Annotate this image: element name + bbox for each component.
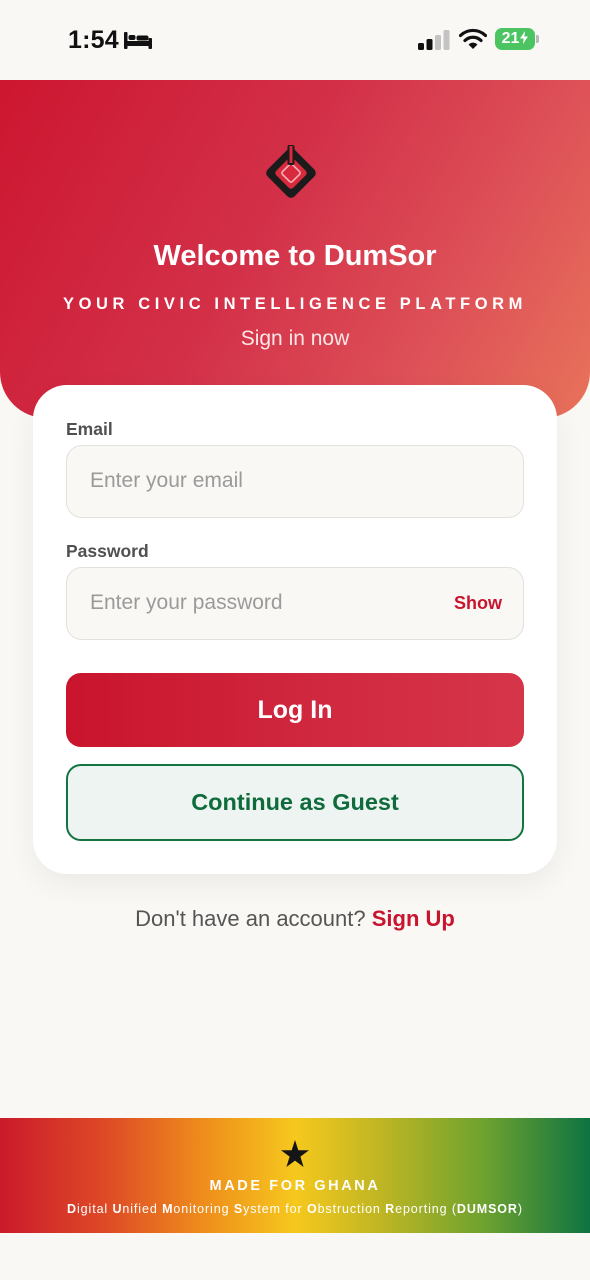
email-field[interactable]: Enter your email (66, 445, 524, 518)
email-label: Email (66, 419, 113, 439)
acronym-word: eporting ( (395, 1202, 457, 1216)
battery-level: 21 (495, 28, 535, 50)
black-star-icon (281, 1140, 309, 1167)
ghana-footer-banner: MADE FOR GHANA Digital Unified Monitorin… (0, 1118, 590, 1233)
email-placeholder: Enter your email (90, 469, 243, 492)
password-placeholder: Enter your password (90, 591, 283, 614)
acronym-word: nified (122, 1202, 163, 1216)
acronym-initial: O (306, 1202, 318, 1216)
password-field[interactable]: Enter your password Show (66, 567, 524, 640)
status-time: 1:54 (68, 26, 119, 54)
status-bar: 1:54 21 (0, 0, 590, 80)
welcome-title: Welcome to DumSor (153, 240, 437, 272)
battery-charging-icon: 21 (495, 28, 539, 50)
acronym-initial: M (162, 1202, 174, 1216)
sign-up-link[interactable]: Sign Up (372, 906, 455, 931)
acronym-initial: R (385, 1202, 396, 1216)
acronym-close: ) (517, 1202, 523, 1216)
acronym-word: onitoring (173, 1202, 234, 1216)
acronym-initial: S (233, 1202, 244, 1216)
signup-prompt-text: Don't have an account? (135, 906, 366, 931)
made-for-ghana-text: MADE FOR GHANA (209, 1178, 381, 1194)
signup-prompt-row: Don't have an account? Sign Up (0, 906, 590, 932)
acronym-word: bstruction (317, 1202, 386, 1216)
acronym-word: ystem for (243, 1202, 307, 1216)
login-button[interactable]: Log In (66, 673, 524, 747)
dumsor-diamond-logo-icon (266, 145, 316, 198)
login-card: Email Enter your email Password Enter yo… (33, 385, 557, 874)
platform-tagline: YOUR CIVIC INTELLIGENCE PLATFORM (62, 295, 528, 313)
show-password-toggle[interactable]: Show (454, 568, 502, 638)
bed-icon (124, 32, 152, 49)
welcome-header: Welcome to DumSor YOUR CIVIC INTELLIGENC… (0, 80, 590, 418)
password-label: Password (66, 541, 149, 561)
sign-in-subtitle: Sign in now (240, 327, 350, 350)
continue-as-guest-button[interactable]: Continue as Guest (66, 764, 524, 841)
signal-icon (418, 30, 450, 50)
acronym-name: DUMSOR (456, 1202, 518, 1216)
dumsor-acronym-text: Digital Unified Monitoring System for Ob… (0, 1202, 590, 1216)
battery-cap (536, 35, 539, 43)
acronym-initial: D (67, 1202, 77, 1216)
login-screen: 1:54 21 Welcome to DumSor YOUR CIVIC INT… (0, 0, 590, 1280)
acronym-word: igital (76, 1202, 113, 1216)
acronym-initial: U (112, 1202, 123, 1216)
wifi-icon (459, 28, 487, 49)
